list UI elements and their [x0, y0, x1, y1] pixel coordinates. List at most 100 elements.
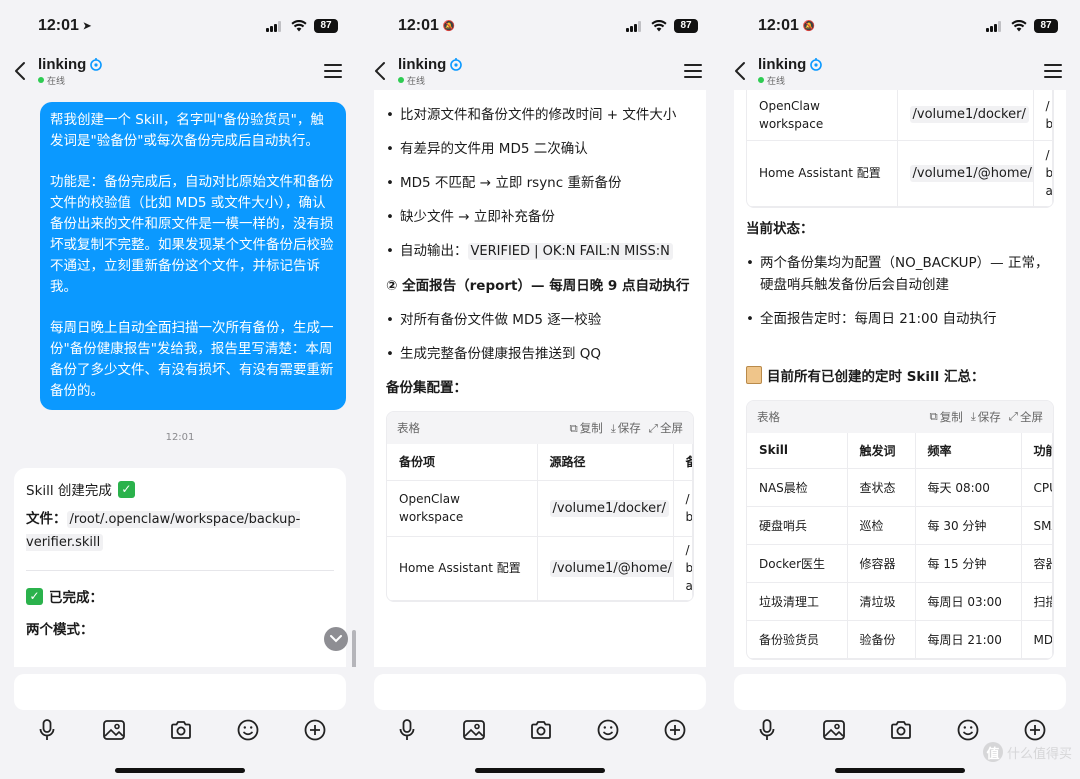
message-input[interactable]: [14, 674, 346, 710]
table-cell: 每 15 分钟: [915, 544, 1022, 583]
list-item: • 比对源文件和备份文件的修改时间 + 文件大小: [386, 107, 677, 123]
image-icon[interactable]: [822, 718, 846, 742]
expand-icon: ⤢: [648, 420, 658, 435]
phone-screen-1: 12:01 ➤ 87 linking 在线 帮我创建一个 Skill，名字叫"备份…: [0, 0, 360, 779]
menu-icon[interactable]: [324, 64, 342, 78]
check-icon: ✓: [26, 587, 43, 605]
plus-icon[interactable]: [303, 718, 327, 742]
image-icon[interactable]: [102, 718, 126, 742]
backup-config-table: OpenClaw workspace /volume1/docker/ / b …: [746, 90, 1054, 208]
table-cell: / b a: [673, 536, 693, 601]
online-status: 在线: [38, 74, 103, 87]
table-cell: 每 30 分钟: [915, 506, 1022, 545]
user-message-paragraph: 每周日晚上自动全面扫描一次所有备份，生成一份"备份健康报告"发给我，报告里写清楚…: [50, 320, 334, 399]
copy-icon: ⧉: [569, 420, 578, 435]
wifi-icon: [1011, 20, 1027, 32]
summary-heading: 目前所有已创建的定时 Skill 汇总：: [746, 365, 1054, 388]
chat-header: linking 在线: [720, 52, 1080, 90]
table-row: NAS晨检 查状态 每天 08:00 CPU: [747, 468, 1053, 507]
save-button[interactable]: ⤓ 保存: [611, 420, 641, 436]
bot-verified-icon: [809, 57, 823, 71]
image-icon[interactable]: [462, 718, 486, 742]
table-header-cell: 频率: [915, 432, 1022, 469]
emoji-icon[interactable]: [956, 718, 980, 742]
signal-icon: [626, 20, 644, 32]
table-row: 硬盘哨兵 巡检 每 30 分钟 SMA: [747, 506, 1053, 545]
watermark: 值 什么值得买: [982, 742, 1072, 762]
table-label: 表格: [757, 409, 780, 424]
online-dot-icon: [38, 77, 44, 83]
chat-area[interactable]: 帮我创建一个 Skill，名字叫"备份验货员"，触发词是"验备份"或每次备份完成…: [0, 90, 360, 667]
bot-reply-card: Skill 创建完成 ✓ 文件：/root/.openclaw/workspace…: [14, 468, 346, 667]
fullscreen-button[interactable]: ⤢ 全屏: [649, 420, 683, 436]
table-cell: /volume1/docker/: [537, 480, 674, 537]
user-message-bubble: 帮我创建一个 Skill，名字叫"备份验货员"，触发词是"验备份"或每次备份完成…: [40, 102, 346, 410]
bot-name: linking: [38, 55, 87, 73]
battery-icon: 87: [1034, 19, 1058, 33]
back-icon[interactable]: [730, 59, 750, 83]
chat-header: linking 在线: [360, 52, 720, 90]
camera-icon[interactable]: [529, 718, 553, 742]
chat-area[interactable]: OpenClaw workspace /volume1/docker/ / b …: [720, 90, 1080, 667]
message-input[interactable]: [374, 674, 706, 710]
camera-icon[interactable]: [169, 718, 193, 742]
table-row: 备份验货员 验备份 每周日 21:00 MD: [747, 620, 1053, 659]
table-header-cell: 功能: [1021, 432, 1053, 469]
table-cell: Docker医生: [747, 544, 848, 583]
table-cell: 每天 08:00: [915, 468, 1022, 507]
plus-icon[interactable]: [663, 718, 687, 742]
bot-verified-icon: [449, 57, 463, 71]
emoji-icon[interactable]: [596, 718, 620, 742]
microphone-icon[interactable]: [755, 718, 779, 742]
table-cell: Home Assistant 配置: [387, 536, 538, 601]
list-item: • MD5 不匹配 → 立即 rsync 重新备份: [386, 175, 622, 191]
battery-icon: 87: [674, 19, 698, 33]
status-time: 12:01 ➤: [38, 17, 92, 34]
table-cell: OpenClaw workspace: [747, 90, 898, 141]
plus-icon[interactable]: [1023, 718, 1047, 742]
fullscreen-button[interactable]: ⤢ 全屏: [1009, 409, 1043, 425]
table-cell: NAS晨检: [747, 468, 848, 507]
menu-icon[interactable]: [1044, 64, 1062, 78]
save-button[interactable]: ⤓ 保存: [971, 409, 1001, 425]
chat-area[interactable]: • 比对源文件和备份文件的修改时间 + 文件大小 • 有差异的文件用 MD5 二次确…: [360, 90, 720, 667]
back-icon[interactable]: [10, 59, 30, 83]
copy-button[interactable]: ⧉ 复制: [929, 409, 962, 425]
file-path: /root/.openclaw/workspace/backup-verifie…: [26, 511, 301, 551]
microphone-icon[interactable]: [395, 718, 419, 742]
scrollbar[interactable]: [352, 630, 356, 667]
wifi-icon: [291, 20, 307, 32]
table-cell: 每周日 03:00: [915, 582, 1022, 621]
table-cell: MD: [1021, 620, 1053, 659]
report-heading: ② 全面报告（report）— 每周日晚 9 点自动执行: [386, 278, 690, 294]
list-item: • 全面报告定时：每周日 21:00 自动执行: [746, 310, 997, 327]
copy-icon: ⧉: [929, 409, 938, 423]
microphone-icon[interactable]: [35, 718, 59, 742]
home-indicator: [115, 768, 245, 773]
message-input[interactable]: [734, 674, 1066, 710]
battery-icon: 87: [314, 19, 338, 33]
table-cell: / b: [673, 480, 693, 537]
watermark-text: 什么值得买: [1006, 746, 1072, 762]
online-dot-icon: [758, 77, 764, 83]
table-cell: 巡检: [847, 506, 916, 545]
copy-button[interactable]: ⧉ 复制: [569, 420, 602, 436]
table-header-cell: Skill: [747, 432, 848, 469]
watermark-logo-icon: 值: [982, 742, 1003, 762]
online-status: 在线: [398, 74, 463, 87]
table-cell: 硬盘哨兵: [747, 506, 848, 545]
expand-icon: ⤢: [1008, 409, 1018, 423]
download-icon: ⤓: [970, 409, 976, 423]
bot-name: linking: [758, 55, 807, 73]
menu-icon[interactable]: [684, 64, 702, 78]
camera-icon[interactable]: [889, 718, 913, 742]
back-icon[interactable]: [370, 59, 390, 83]
table-cell: 容器: [1021, 544, 1053, 583]
emoji-icon[interactable]: [236, 718, 260, 742]
online-dot-icon: [398, 77, 404, 83]
table-cell: 修容器: [847, 544, 916, 583]
config-heading: 备份集配置：: [386, 380, 467, 396]
table-cell: SMA: [1021, 506, 1053, 545]
scroll-down-button[interactable]: [324, 627, 348, 651]
bot-verified-icon: [89, 57, 103, 71]
